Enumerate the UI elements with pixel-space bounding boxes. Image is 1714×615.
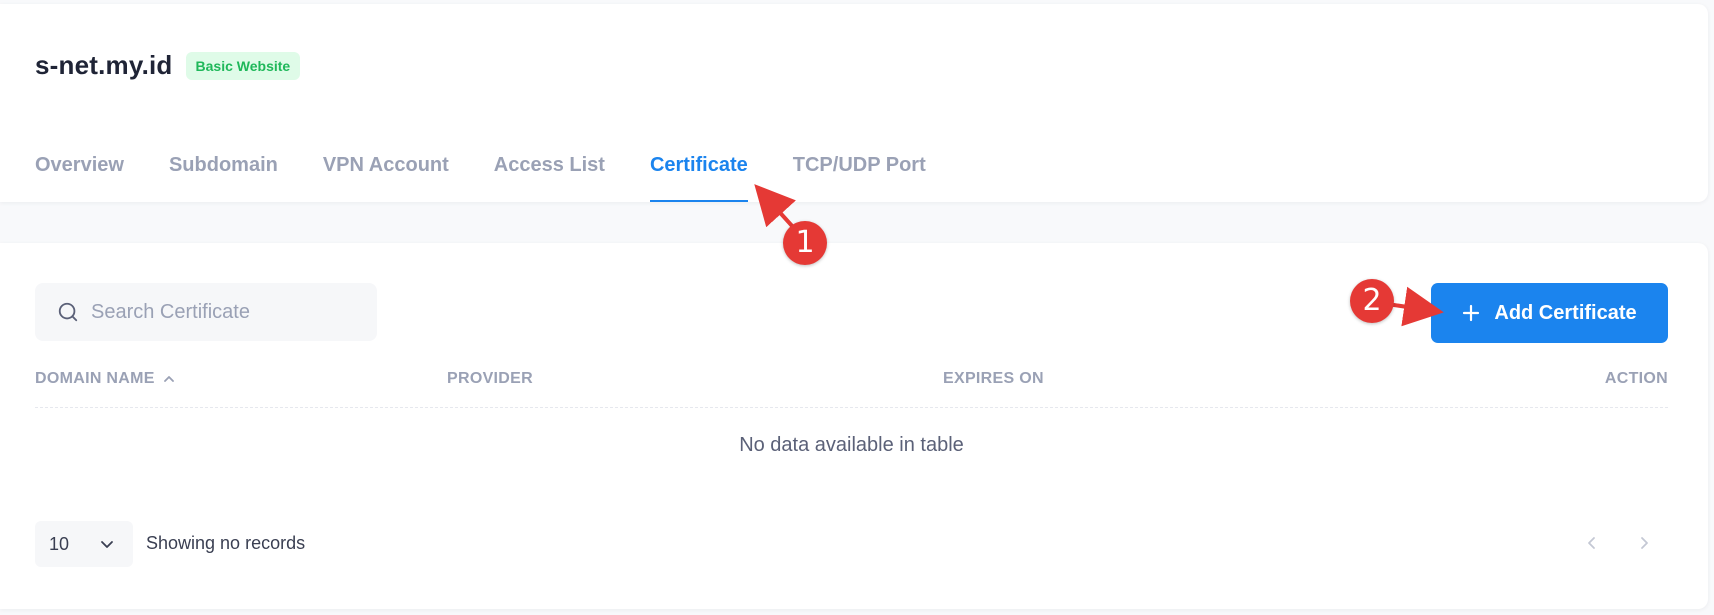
tab-tcp-udp-port[interactable]: TCP/UDP Port: [793, 140, 926, 202]
chevron-left-icon: [1588, 537, 1595, 549]
column-expires-on[interactable]: EXPIRES ON: [943, 370, 1044, 388]
sort-ascending-icon: [163, 376, 174, 382]
tab-bar: Overview Subdomain VPN Account Access Li…: [35, 140, 971, 202]
site-title: s-net.my.id: [35, 50, 173, 80]
annotation-step-2: 2: [1350, 279, 1394, 323]
add-certificate-button[interactable]: Add Certificate: [1431, 283, 1668, 343]
previous-page-button[interactable]: [1577, 528, 1607, 558]
page-size-value: 10: [49, 533, 70, 554]
tab-access-list[interactable]: Access List: [494, 140, 605, 202]
plus-icon: [1463, 304, 1480, 322]
site-title-row: s-net.my.id Basic Website: [35, 50, 301, 81]
search-icon: [58, 302, 78, 322]
tab-subdomain[interactable]: Subdomain: [169, 140, 278, 202]
tab-overview[interactable]: Overview: [35, 140, 124, 202]
certificate-panel: Add Certificate DOMAIN NAME PROVIDER EXP…: [0, 243, 1708, 609]
next-page-button[interactable]: [1629, 528, 1659, 558]
site-header-card: s-net.my.id Basic Website Overview Subdo…: [0, 4, 1708, 202]
empty-table-message: No data available in table: [739, 433, 964, 456]
tab-vpn-account[interactable]: VPN Account: [323, 140, 449, 202]
annotation-step-1: 1: [783, 221, 827, 265]
plan-badge: Basic Website: [185, 51, 301, 80]
column-provider[interactable]: PROVIDER: [447, 370, 533, 388]
tab-certificate[interactable]: Certificate: [649, 140, 748, 202]
search-box[interactable]: [35, 283, 377, 341]
column-domain-name-label: DOMAIN NAME: [35, 370, 155, 387]
records-info: Showing no records: [146, 533, 306, 553]
chevron-right-icon: [1641, 537, 1648, 549]
search-input[interactable]: [91, 300, 351, 324]
column-action: ACTION: [1604, 370, 1668, 387]
page-size-select[interactable]: 10: [35, 521, 133, 567]
table-header: DOMAIN NAME PROVIDER EXPIRES ON ACTION: [35, 360, 1668, 408]
chevron-down-icon: [101, 541, 113, 548]
add-certificate-label: Add Certificate: [1494, 301, 1637, 324]
column-domain-name[interactable]: DOMAIN NAME: [35, 370, 175, 388]
